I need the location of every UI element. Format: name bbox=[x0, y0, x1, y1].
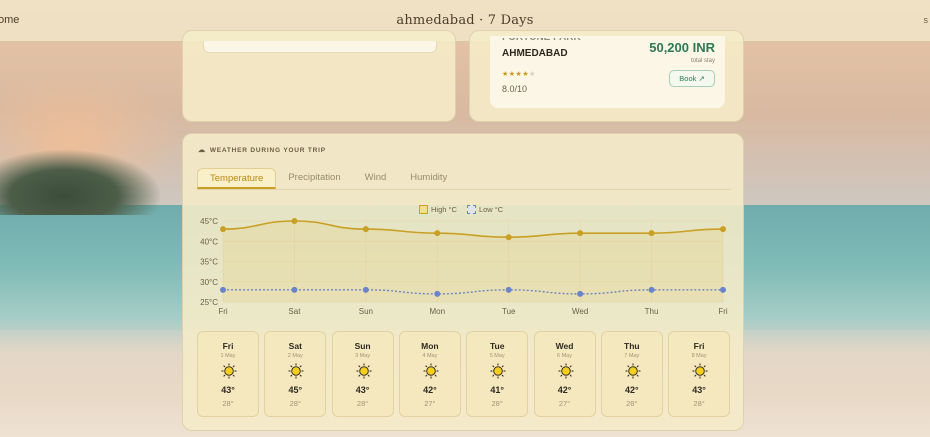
day-card[interactable]: Tue 5 May 41° 28° bbox=[466, 331, 529, 417]
day-date: 7 May bbox=[624, 353, 640, 359]
sun-icon bbox=[558, 363, 573, 379]
daily-forecast-row: Fri 1 May 43° 28° Sat 2 May 45° 28° Sun 3 May 43° 2… bbox=[197, 331, 733, 417]
sun-icon bbox=[490, 363, 506, 379]
y-tick-label: 40°C bbox=[200, 237, 218, 246]
hotel-rating: 8.0/10 bbox=[502, 84, 528, 94]
day-date: 8 May bbox=[691, 353, 707, 359]
series-low-point bbox=[220, 286, 226, 293]
day-date: 3 May bbox=[355, 353, 371, 359]
y-tick-label: 45°C bbox=[200, 217, 218, 226]
x-tick-label: Thu bbox=[645, 307, 659, 316]
x-tick-label: Fri bbox=[218, 307, 228, 316]
series-high-point bbox=[577, 230, 584, 237]
series-low-point bbox=[577, 290, 584, 297]
day-card[interactable]: Thu 7 May 42° 28° bbox=[600, 331, 663, 417]
series-low-point bbox=[362, 286, 369, 293]
day-name: Tue bbox=[489, 341, 505, 351]
hotel-stars: ★★★★★ bbox=[502, 70, 536, 78]
day-high-temp: 42° bbox=[423, 385, 437, 395]
x-tick-label: Mon bbox=[430, 307, 446, 316]
day-card[interactable]: Sun 3 May 43° 28° bbox=[331, 331, 394, 417]
day-name: Fri bbox=[693, 341, 705, 351]
weather-card: ☁ WEATHER DURING YOUR TRIP Temperature P… bbox=[182, 133, 744, 431]
day-name: Thu bbox=[624, 341, 640, 351]
x-tick-label: Wed bbox=[572, 307, 588, 316]
sun-icon bbox=[692, 363, 708, 379]
series-high-point bbox=[505, 234, 512, 241]
day-low-temp: 28° bbox=[693, 399, 705, 408]
sun-icon bbox=[423, 363, 439, 379]
series-low-point bbox=[291, 286, 298, 293]
day-high-temp: 43° bbox=[221, 385, 235, 395]
x-tick-label: Fri bbox=[718, 307, 728, 316]
star-filled-icon: ★★★★ bbox=[502, 71, 530, 78]
day-card[interactable]: Sat 2 May 45° 28° bbox=[264, 331, 327, 417]
top-bar: ome ahmedabad · 7 Days s bbox=[0, 0, 930, 42]
sun-icon bbox=[288, 363, 304, 379]
series-low-point bbox=[648, 286, 655, 293]
day-card[interactable]: Mon 4 May 42° 27° bbox=[398, 331, 461, 417]
sun-icon bbox=[625, 363, 641, 379]
series-low-point bbox=[720, 286, 726, 293]
series-high-point bbox=[220, 226, 226, 233]
day-high-temp: 42° bbox=[557, 385, 572, 395]
day-high-temp: 43° bbox=[692, 385, 706, 395]
day-name: Mon bbox=[421, 341, 439, 351]
series-high-point bbox=[434, 230, 441, 237]
day-name: Sat bbox=[288, 341, 302, 351]
day-date: 1 May bbox=[220, 353, 236, 359]
day-date: 4 May bbox=[422, 353, 438, 359]
day-name: Sun bbox=[354, 341, 371, 351]
day-date: 2 May bbox=[287, 353, 303, 359]
day-low-temp: 27° bbox=[558, 399, 571, 408]
hotel-card: FORTUNE PARK AHMEDABAD ★★★★★ 8.0/10 50,2… bbox=[469, 30, 744, 122]
background-island bbox=[0, 150, 160, 215]
day-low-temp: 28° bbox=[491, 399, 503, 408]
day-low-temp: 28° bbox=[289, 399, 301, 408]
day-name: Wed bbox=[555, 341, 574, 351]
series-low-point bbox=[434, 290, 441, 297]
book-button[interactable]: Book ↗ bbox=[669, 70, 715, 87]
day-date: 5 May bbox=[489, 353, 505, 359]
trip-info-card bbox=[182, 30, 456, 122]
star-empty-icon: ★ bbox=[529, 71, 536, 78]
sun-icon bbox=[221, 363, 237, 379]
series-high-point bbox=[291, 218, 298, 224]
y-tick-label: 35°C bbox=[200, 258, 218, 267]
page-title: ahmedabad · 7 Days bbox=[396, 13, 534, 28]
series-high-point bbox=[720, 226, 726, 233]
sun-icon bbox=[356, 363, 372, 379]
day-high-temp: 45° bbox=[288, 385, 303, 395]
trip-info-panel bbox=[203, 41, 437, 53]
hotel-price-note: total stay bbox=[690, 58, 715, 64]
day-card[interactable]: Fri 1 May 43° 28° bbox=[197, 331, 259, 417]
day-low-temp: 27° bbox=[424, 399, 436, 408]
y-tick-label: 30°C bbox=[200, 278, 218, 287]
day-low-temp: 28° bbox=[222, 399, 234, 408]
y-tick-label: 25°C bbox=[200, 298, 218, 307]
hotel-panel: FORTUNE PARK AHMEDABAD ★★★★★ 8.0/10 50,2… bbox=[490, 36, 725, 108]
home-link[interactable]: ome bbox=[0, 14, 19, 26]
temperature-chart: 25°C 30°C 35°C 40°C 45°C Fri Sat Sun Mon Tue Wed Th… bbox=[200, 217, 728, 316]
day-card[interactable]: Wed 6 May 42° 27° bbox=[533, 331, 596, 417]
hotel-price: 50,200 INR bbox=[649, 40, 715, 55]
day-high-temp: 42° bbox=[624, 385, 639, 395]
day-high-temp: 41° bbox=[490, 385, 504, 395]
hotel-name: FORTUNE PARK AHMEDABAD bbox=[502, 38, 612, 60]
day-card[interactable]: Fri 8 May 43° 28° bbox=[668, 331, 731, 417]
x-tick-label: Sat bbox=[288, 307, 301, 316]
day-low-temp: 28° bbox=[626, 399, 638, 408]
day-high-temp: 43° bbox=[355, 385, 370, 395]
x-tick-label: Sun bbox=[359, 307, 373, 316]
day-date: 6 May bbox=[557, 353, 572, 359]
hotel-name-line1: FORTUNE PARK bbox=[502, 38, 612, 44]
series-low-point bbox=[505, 286, 512, 293]
series-high-point bbox=[648, 230, 655, 237]
hotel-name-line2: AHMEDABAD bbox=[502, 48, 568, 59]
top-bar-right-item[interactable]: s bbox=[924, 15, 929, 25]
day-low-temp: 28° bbox=[356, 399, 369, 408]
day-name: Fri bbox=[222, 341, 234, 351]
x-tick-label: Tue bbox=[502, 307, 516, 316]
series-high-point bbox=[362, 226, 369, 233]
